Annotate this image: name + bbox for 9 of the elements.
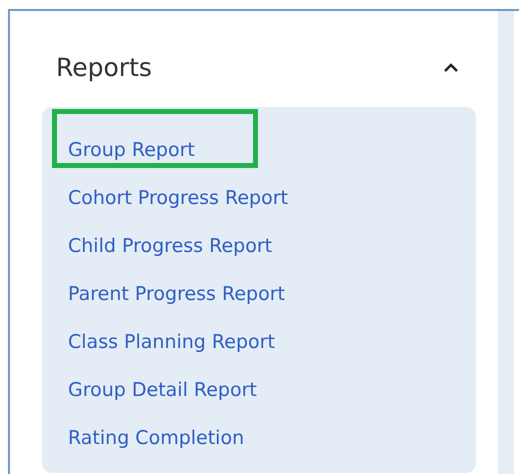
report-link[interactable]: Parent Progress Report: [68, 280, 285, 309]
section-header[interactable]: Reports: [56, 49, 460, 86]
report-link[interactable]: Group Detail Report: [68, 376, 257, 405]
report-link[interactable]: Child Progress Report: [68, 232, 272, 261]
report-link[interactable]: Rating Completion: [68, 424, 244, 453]
chevron-icon: [442, 62, 460, 74]
report-link[interactable]: Group Report: [68, 136, 195, 165]
report-link[interactable]: Class Planning Report: [68, 328, 275, 357]
report-link[interactable]: Cohort Progress Report: [68, 184, 288, 213]
